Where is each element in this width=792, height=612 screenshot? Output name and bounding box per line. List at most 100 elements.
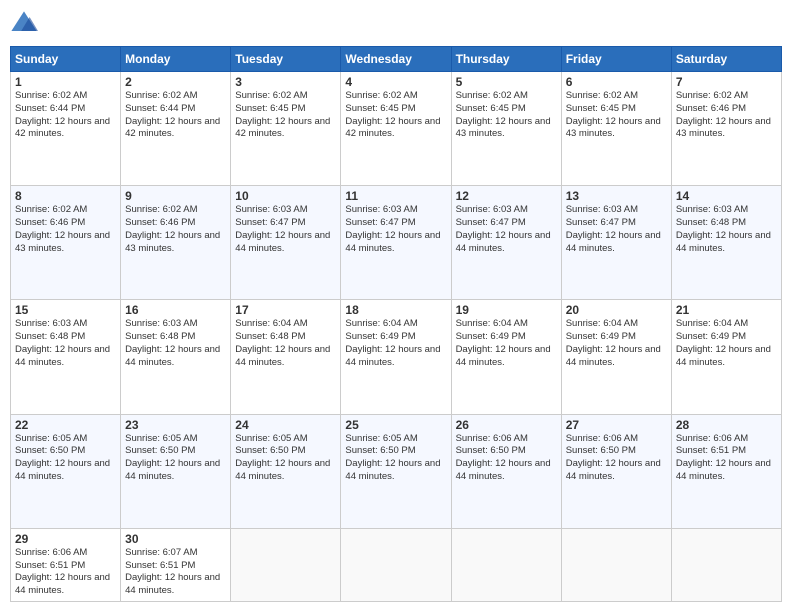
day-info: Sunrise: 6:04 AM Sunset: 6:49 PM Dayligh… bbox=[456, 318, 557, 369]
calendar-header-row: SundayMondayTuesdayWednesdayThursdayFrid… bbox=[11, 47, 782, 72]
calendar-cell: 30 Sunrise: 6:07 AM Sunset: 6:51 PM Dayl… bbox=[121, 528, 231, 601]
calendar-cell: 19 Sunrise: 6:04 AM Sunset: 6:49 PM Dayl… bbox=[451, 300, 561, 414]
day-header-friday: Friday bbox=[561, 47, 671, 72]
day-number: 23 bbox=[125, 418, 226, 432]
calendar-cell: 29 Sunrise: 6:06 AM Sunset: 6:51 PM Dayl… bbox=[11, 528, 121, 601]
calendar-cell bbox=[231, 528, 341, 601]
calendar-cell: 15 Sunrise: 6:03 AM Sunset: 6:48 PM Dayl… bbox=[11, 300, 121, 414]
calendar-cell: 17 Sunrise: 6:04 AM Sunset: 6:48 PM Dayl… bbox=[231, 300, 341, 414]
calendar-table: SundayMondayTuesdayWednesdayThursdayFrid… bbox=[10, 46, 782, 602]
day-info: Sunrise: 6:04 AM Sunset: 6:49 PM Dayligh… bbox=[676, 318, 777, 369]
day-info: Sunrise: 6:02 AM Sunset: 6:45 PM Dayligh… bbox=[566, 90, 667, 141]
day-info: Sunrise: 6:04 AM Sunset: 6:49 PM Dayligh… bbox=[566, 318, 667, 369]
day-number: 11 bbox=[345, 189, 446, 203]
calendar-cell: 26 Sunrise: 6:06 AM Sunset: 6:50 PM Dayl… bbox=[451, 414, 561, 528]
calendar-cell bbox=[341, 528, 451, 601]
calendar-cell: 24 Sunrise: 6:05 AM Sunset: 6:50 PM Dayl… bbox=[231, 414, 341, 528]
day-number: 8 bbox=[15, 189, 116, 203]
day-number: 21 bbox=[676, 303, 777, 317]
day-number: 2 bbox=[125, 75, 226, 89]
calendar-cell: 5 Sunrise: 6:02 AM Sunset: 6:45 PM Dayli… bbox=[451, 72, 561, 186]
calendar-cell: 4 Sunrise: 6:02 AM Sunset: 6:45 PM Dayli… bbox=[341, 72, 451, 186]
day-number: 16 bbox=[125, 303, 226, 317]
day-info: Sunrise: 6:07 AM Sunset: 6:51 PM Dayligh… bbox=[125, 547, 226, 598]
day-info: Sunrise: 6:06 AM Sunset: 6:51 PM Dayligh… bbox=[676, 433, 777, 484]
day-number: 15 bbox=[15, 303, 116, 317]
day-info: Sunrise: 6:03 AM Sunset: 6:47 PM Dayligh… bbox=[345, 204, 446, 255]
day-info: Sunrise: 6:02 AM Sunset: 6:45 PM Dayligh… bbox=[456, 90, 557, 141]
calendar-week-5: 29 Sunrise: 6:06 AM Sunset: 6:51 PM Dayl… bbox=[11, 528, 782, 601]
day-number: 6 bbox=[566, 75, 667, 89]
day-info: Sunrise: 6:03 AM Sunset: 6:47 PM Dayligh… bbox=[566, 204, 667, 255]
day-number: 20 bbox=[566, 303, 667, 317]
calendar-cell: 3 Sunrise: 6:02 AM Sunset: 6:45 PM Dayli… bbox=[231, 72, 341, 186]
calendar-cell: 22 Sunrise: 6:05 AM Sunset: 6:50 PM Dayl… bbox=[11, 414, 121, 528]
day-number: 29 bbox=[15, 532, 116, 546]
day-number: 1 bbox=[15, 75, 116, 89]
day-info: Sunrise: 6:03 AM Sunset: 6:48 PM Dayligh… bbox=[676, 204, 777, 255]
day-info: Sunrise: 6:02 AM Sunset: 6:45 PM Dayligh… bbox=[345, 90, 446, 141]
day-number: 14 bbox=[676, 189, 777, 203]
day-number: 27 bbox=[566, 418, 667, 432]
calendar-cell: 25 Sunrise: 6:05 AM Sunset: 6:50 PM Dayl… bbox=[341, 414, 451, 528]
calendar-page: SundayMondayTuesdayWednesdayThursdayFrid… bbox=[0, 0, 792, 612]
day-info: Sunrise: 6:02 AM Sunset: 6:46 PM Dayligh… bbox=[15, 204, 116, 255]
day-info: Sunrise: 6:02 AM Sunset: 6:44 PM Dayligh… bbox=[125, 90, 226, 141]
calendar-cell: 8 Sunrise: 6:02 AM Sunset: 6:46 PM Dayli… bbox=[11, 186, 121, 300]
day-number: 5 bbox=[456, 75, 557, 89]
day-number: 18 bbox=[345, 303, 446, 317]
calendar-cell: 7 Sunrise: 6:02 AM Sunset: 6:46 PM Dayli… bbox=[671, 72, 781, 186]
day-info: Sunrise: 6:03 AM Sunset: 6:47 PM Dayligh… bbox=[235, 204, 336, 255]
day-number: 3 bbox=[235, 75, 336, 89]
day-number: 24 bbox=[235, 418, 336, 432]
calendar-cell: 10 Sunrise: 6:03 AM Sunset: 6:47 PM Dayl… bbox=[231, 186, 341, 300]
day-info: Sunrise: 6:02 AM Sunset: 6:44 PM Dayligh… bbox=[15, 90, 116, 141]
day-number: 12 bbox=[456, 189, 557, 203]
day-info: Sunrise: 6:04 AM Sunset: 6:48 PM Dayligh… bbox=[235, 318, 336, 369]
calendar-cell: 27 Sunrise: 6:06 AM Sunset: 6:50 PM Dayl… bbox=[561, 414, 671, 528]
calendar-cell bbox=[561, 528, 671, 601]
day-number: 9 bbox=[125, 189, 226, 203]
calendar-cell: 2 Sunrise: 6:02 AM Sunset: 6:44 PM Dayli… bbox=[121, 72, 231, 186]
day-number: 22 bbox=[15, 418, 116, 432]
day-number: 28 bbox=[676, 418, 777, 432]
day-info: Sunrise: 6:03 AM Sunset: 6:48 PM Dayligh… bbox=[125, 318, 226, 369]
day-number: 30 bbox=[125, 532, 226, 546]
day-info: Sunrise: 6:02 AM Sunset: 6:46 PM Dayligh… bbox=[676, 90, 777, 141]
calendar-cell: 18 Sunrise: 6:04 AM Sunset: 6:49 PM Dayl… bbox=[341, 300, 451, 414]
calendar-cell: 13 Sunrise: 6:03 AM Sunset: 6:47 PM Dayl… bbox=[561, 186, 671, 300]
calendar-cell: 23 Sunrise: 6:05 AM Sunset: 6:50 PM Dayl… bbox=[121, 414, 231, 528]
day-number: 13 bbox=[566, 189, 667, 203]
day-info: Sunrise: 6:03 AM Sunset: 6:48 PM Dayligh… bbox=[15, 318, 116, 369]
day-number: 26 bbox=[456, 418, 557, 432]
calendar-week-4: 22 Sunrise: 6:05 AM Sunset: 6:50 PM Dayl… bbox=[11, 414, 782, 528]
day-number: 10 bbox=[235, 189, 336, 203]
day-info: Sunrise: 6:05 AM Sunset: 6:50 PM Dayligh… bbox=[125, 433, 226, 484]
calendar-cell: 12 Sunrise: 6:03 AM Sunset: 6:47 PM Dayl… bbox=[451, 186, 561, 300]
day-info: Sunrise: 6:05 AM Sunset: 6:50 PM Dayligh… bbox=[15, 433, 116, 484]
day-info: Sunrise: 6:05 AM Sunset: 6:50 PM Dayligh… bbox=[235, 433, 336, 484]
calendar-week-2: 8 Sunrise: 6:02 AM Sunset: 6:46 PM Dayli… bbox=[11, 186, 782, 300]
day-info: Sunrise: 6:06 AM Sunset: 6:50 PM Dayligh… bbox=[456, 433, 557, 484]
calendar-cell bbox=[671, 528, 781, 601]
day-header-monday: Monday bbox=[121, 47, 231, 72]
calendar-cell: 11 Sunrise: 6:03 AM Sunset: 6:47 PM Dayl… bbox=[341, 186, 451, 300]
calendar-cell: 6 Sunrise: 6:02 AM Sunset: 6:45 PM Dayli… bbox=[561, 72, 671, 186]
calendar-cell: 9 Sunrise: 6:02 AM Sunset: 6:46 PM Dayli… bbox=[121, 186, 231, 300]
day-number: 25 bbox=[345, 418, 446, 432]
day-info: Sunrise: 6:03 AM Sunset: 6:47 PM Dayligh… bbox=[456, 204, 557, 255]
calendar-week-1: 1 Sunrise: 6:02 AM Sunset: 6:44 PM Dayli… bbox=[11, 72, 782, 186]
day-header-sunday: Sunday bbox=[11, 47, 121, 72]
day-header-thursday: Thursday bbox=[451, 47, 561, 72]
calendar-cell: 14 Sunrise: 6:03 AM Sunset: 6:48 PM Dayl… bbox=[671, 186, 781, 300]
day-info: Sunrise: 6:06 AM Sunset: 6:50 PM Dayligh… bbox=[566, 433, 667, 484]
calendar-cell: 28 Sunrise: 6:06 AM Sunset: 6:51 PM Dayl… bbox=[671, 414, 781, 528]
calendar-cell: 1 Sunrise: 6:02 AM Sunset: 6:44 PM Dayli… bbox=[11, 72, 121, 186]
header bbox=[10, 10, 782, 38]
logo bbox=[10, 10, 40, 38]
calendar-cell: 20 Sunrise: 6:04 AM Sunset: 6:49 PM Dayl… bbox=[561, 300, 671, 414]
day-header-saturday: Saturday bbox=[671, 47, 781, 72]
day-header-tuesday: Tuesday bbox=[231, 47, 341, 72]
day-number: 4 bbox=[345, 75, 446, 89]
calendar-cell: 16 Sunrise: 6:03 AM Sunset: 6:48 PM Dayl… bbox=[121, 300, 231, 414]
